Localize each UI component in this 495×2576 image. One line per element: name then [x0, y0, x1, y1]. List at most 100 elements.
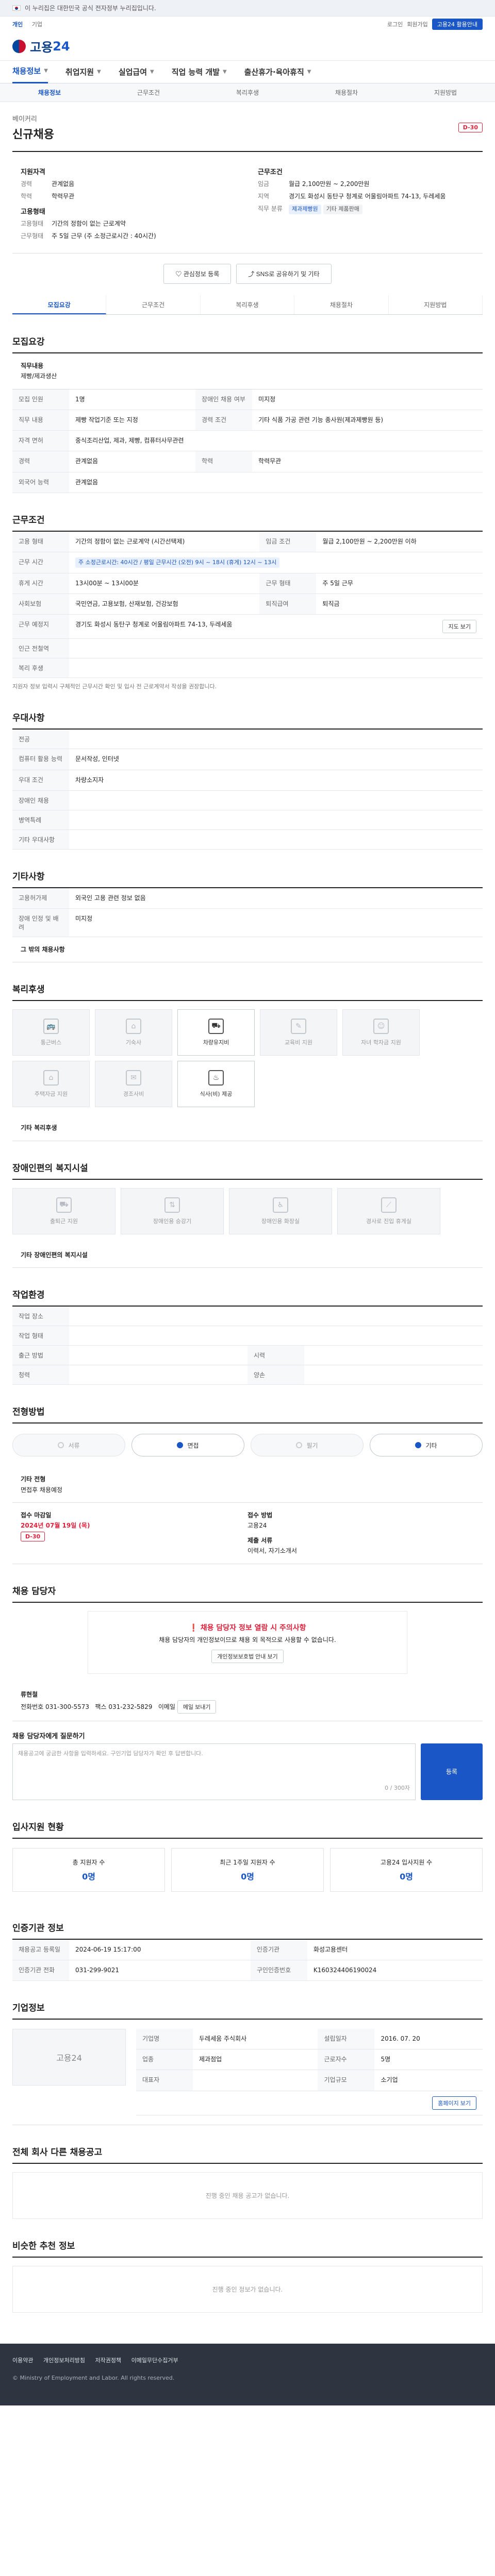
table-row: 인증기관 전화 031-299-9021 구인인증번호 K16032440619002… — [12, 1960, 483, 1981]
company-box: 고용24 기업명 두레세움 주식회사 설립일자 2016. 07. 20 업종 제과점업… — [12, 2020, 483, 2125]
chevron-down-icon: ▼ — [307, 69, 311, 75]
subnav-recruit[interactable]: 채용정보 — [38, 88, 61, 97]
table-row: 자격 면허 중식조리산업, 제과, 제빵, 컴퓨터사무관련 — [12, 430, 483, 452]
job-title-row: 베이커리 신규채용 D-30 — [12, 113, 483, 142]
company-name: 베이커리 — [12, 115, 37, 123]
table-row: 인근 전철역 — [12, 638, 483, 658]
dday-badge: D-30 — [21, 1531, 45, 1541]
login-link[interactable]: 로그인 — [387, 20, 403, 28]
contact-section: 채용 담당자 ❗ 채용 담당자 정보 열람 시 주의사항 채용 담당자의 개인정… — [12, 1584, 483, 1800]
process-section: 전형방법 서류 면접 필기 기타 기타 전형 면접후 채용예정 접수 마감일 2… — [12, 1404, 483, 1564]
meal-icon: ♨ — [208, 1070, 224, 1086]
facility-grid: ⛟ 출퇴근 지원 ⇅ 장애인용 승강기 ♿ 장애인용 화장실 ⟋ 경사로 진입 휴게실 — [12, 1180, 483, 1243]
inquiry-submit-button[interactable]: 등록 — [421, 1743, 483, 1800]
table-row: 대표자 기업규모 소기업 — [136, 2070, 483, 2091]
top-link-business[interactable]: 기업 — [32, 21, 42, 28]
tab-conditions[interactable]: 근무조건 — [106, 295, 201, 314]
gnb-item-employment-support[interactable]: 취업지원 ▼ — [65, 66, 101, 77]
tab-recruit[interactable]: 모집요강 — [12, 295, 107, 314]
table-row: 컴퓨터 활용 능력 문서작성, 인터넷 — [12, 749, 483, 770]
privacy-button[interactable]: 개인정보보호법 안내 보기 — [211, 1650, 284, 1664]
preferences-table: 전공 컴퓨터 활용 능력 문서작성, 인터넷 우대 조건 차량소지자 장애인 채용 … — [12, 730, 483, 850]
table-row: 장애 인정 및 배려 미지정 — [12, 908, 483, 938]
summary-row: 직무 분류 제과제빵원 기타 제품판매 — [258, 204, 474, 214]
facility-card: ⛟ 출퇴근 지원 — [12, 1188, 116, 1234]
subnav-conditions[interactable]: 근무조건 — [137, 88, 160, 97]
top-link-personal[interactable]: 개인 — [12, 21, 23, 28]
benefits-section: 복리후생 🚌 통근버스 ⌂ 기숙사 ⛟ 차량유지비 ✎ 교육비 지원 ☺ 자녀 학자금 지… — [12, 982, 483, 1141]
facility-card: ⟋ 경사로 진입 휴게실 — [337, 1188, 440, 1234]
gnb-item-jobs[interactable]: 채용정보 ▼ — [12, 61, 48, 83]
table-row: 청력 양손 — [12, 1365, 483, 1385]
footer-link[interactable]: 개인정보처리방침 — [43, 2357, 85, 2364]
gnb-item-unemployment[interactable]: 실업급여 ▼ — [119, 66, 154, 77]
extra-table: 고용허가제 외국인 고용 관련 정보 없음 장애 인정 및 배려 미지정 — [12, 888, 483, 938]
footer-link[interactable]: 이메일무단수집거부 — [131, 2357, 178, 2364]
table-row: 복리 후생 — [12, 658, 483, 678]
detail-tabs: 모집요강 근무조건 복리후생 채용절차 지원방법 — [12, 295, 483, 315]
table-row: 작업 장소 — [12, 1307, 483, 1327]
subnav-benefits[interactable]: 복리후생 — [236, 88, 259, 97]
tag: 기타 제품판매 — [323, 205, 362, 214]
tab-apply[interactable]: 지원방법 — [389, 295, 483, 314]
benefits-grid: 🚌 통근버스 ⌂ 기숙사 ⛟ 차량유지비 ✎ 교육비 지원 ☺ 자녀 학자금 지원 ⌂ 주택… — [12, 1001, 483, 1115]
company-section: 기업정보 고용24 기업명 두레세움 주식회사 설립일자 2016. 07. 20 업… — [12, 2001, 483, 2125]
duty-box: 직무내용 제빵/제과생산 — [12, 353, 483, 389]
table-row: 사회보험 국민연금, 고용보험, 산재보험, 건강보험 퇴직급여 퇴직금 — [12, 594, 483, 615]
summary-row: 임금 월급 2,100만원 ~ 2,200만원 — [258, 180, 370, 188]
elevator-icon: ⇅ — [164, 1197, 180, 1213]
subnav-apply[interactable]: 지원방법 — [434, 88, 457, 97]
table-row: 기업명 두레세움 주식회사 설립일자 2016. 07. 20 — [136, 2029, 483, 2050]
inquiry-textarea[interactable]: 채용공고에 궁금한 사항을 입력하세요. 구인기업 담당자가 확인 후 답변합니… — [12, 1743, 416, 1800]
summary-qualification-title: 지원자격 — [21, 168, 45, 176]
table-row: 우대 조건 차량소지자 — [12, 770, 483, 791]
dorm-icon: ⌂ — [126, 1019, 141, 1035]
homepage-button[interactable]: 홈페이지 보기 — [432, 2096, 476, 2110]
taegeuk-logo-icon — [12, 39, 26, 53]
gnb-item-leave[interactable]: 출산휴가·육아휴직 ▼ — [244, 66, 311, 77]
tab-process[interactable]: 채용절차 — [294, 295, 389, 314]
summary-employment-title: 고용형태 — [21, 208, 45, 216]
benefit-card: ⌂ 주택자금 지원 — [12, 1061, 90, 1108]
tab-benefits[interactable]: 복리후생 — [201, 295, 295, 314]
global-nav: 채용정보 ▼ 취업지원 ▼ 실업급여 ▼ 직업 능력 개발 ▼ 출산휴가·육아휴직 ▼ — [0, 61, 495, 83]
bus-icon: 🚌 — [43, 1019, 59, 1035]
gov-banner: 이 누리집은 대한민국 공식 전자정부 누리집입니다. — [0, 0, 495, 16]
table-row: 업종 제과점업 근로자수 5명 — [136, 2049, 483, 2071]
table-row: 고용 형태 기간의 정함이 없는 근로계약 (시간선택제) 임금 조건 월급 2,10… — [12, 531, 483, 552]
process-step: 기타 — [370, 1434, 483, 1457]
site-logo[interactable]: 고용 24 — [12, 37, 70, 55]
van-icon: ⛟ — [56, 1197, 72, 1213]
subnav-process[interactable]: 채용절차 — [335, 88, 358, 97]
process-etc: 기타 전형 면접후 채용예정 — [12, 1467, 483, 1503]
email-button[interactable]: 메일 보내기 — [177, 1700, 217, 1714]
apply-card: 최근 1주일 지원자 수 0명 — [171, 1848, 324, 1892]
facility-card: ♿ 장애인용 화장실 — [229, 1188, 332, 1234]
footer-link[interactable]: 저작권정책 — [95, 2357, 121, 2364]
table-row: 출근 방법 시력 — [12, 1345, 483, 1366]
signup-link[interactable]: 회원가입 — [407, 20, 427, 28]
summary-row: 근무형태 주 5일 근무 (주 소정근로시간 : 40시간) — [21, 232, 156, 240]
agency-section: 인증기관 정보 채용공고 등록일 2024-06-19 15:17:00 인증기관 화… — [12, 1921, 483, 1981]
map-button[interactable]: 지도 보기 — [442, 619, 476, 633]
share-button[interactable]: ⤴ SNS로 공유하기 및 기타 — [236, 264, 332, 284]
benefit-card: ✎ 교육비 지원 — [260, 1009, 337, 1056]
guide-link[interactable]: 고용24 활용안내 — [432, 19, 483, 30]
benefit-card: ✉ 경조사비 — [95, 1061, 172, 1108]
table-row: 경력 관계없음 학력 학력무관 — [12, 451, 483, 472]
section-subnav: 채용정보 근무조건 복리후생 채용절차 지원방법 — [0, 83, 495, 102]
similar-section: 전체 회사 다른 채용공고 진행 중인 채용 공고가 없습니다. — [12, 2145, 483, 2219]
benefit-card: ☺ 자녀 학자금 지원 — [342, 1009, 420, 1056]
scrap-button[interactable]: ♡ 관심정보 등록 — [163, 264, 232, 284]
chevron-down-icon: ▼ — [222, 69, 227, 75]
table-row: 근무 시간 주 소정근로시간: 40시간 / 평일 근무시간 (오전) 9시 ~ … — [12, 552, 483, 573]
dday-badge: D-30 — [458, 123, 483, 132]
gnb-item-training[interactable]: 직업 능력 개발 ▼ — [172, 66, 227, 77]
top-bar: 개인 기업 로그인 회원가입 고용24 활용안내 — [0, 16, 495, 32]
footer-link[interactable]: 이용약관 — [12, 2357, 33, 2364]
job-title: 신규채용 — [12, 128, 54, 141]
facility-card: ⇅ 장애인용 승강기 — [121, 1188, 224, 1234]
table-row: 전공 — [12, 730, 483, 750]
benefit-card: ⛟ 차량유지비 — [177, 1009, 255, 1056]
env-table: 작업 장소 작업 형태 출근 방법 시력 청력 양손 — [12, 1307, 483, 1385]
